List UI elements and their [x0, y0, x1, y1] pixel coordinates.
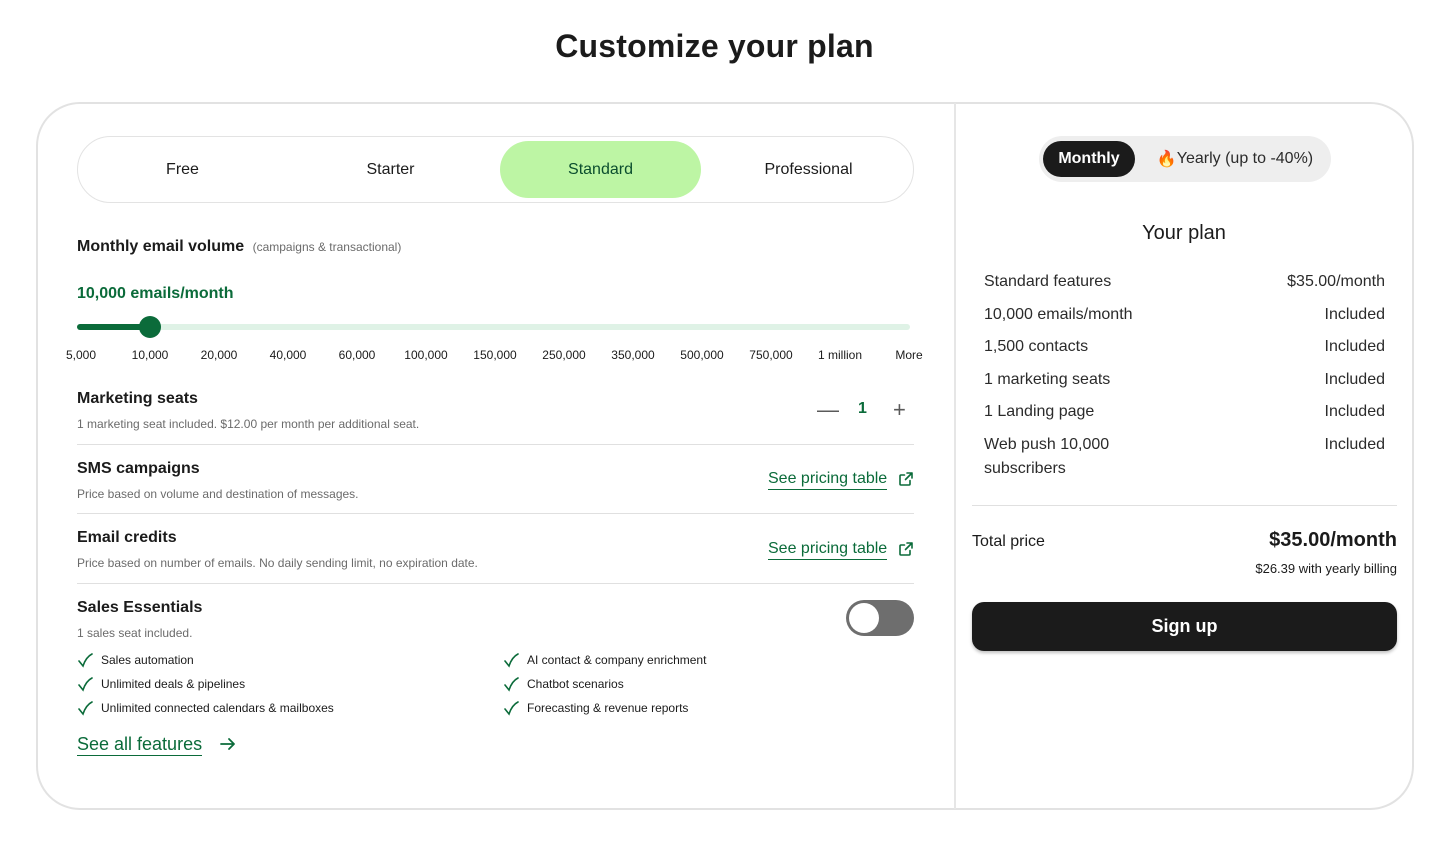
sms-pricing-link[interactable]: See pricing table	[768, 470, 888, 490]
section-divider	[77, 583, 914, 584]
volume-slider-thumb[interactable]	[139, 316, 161, 338]
slider-tick[interactable]: 150,000	[473, 348, 516, 362]
billing-yearly-label: Yearly (up to -40%)	[1176, 150, 1314, 167]
external-link-icon[interactable]	[898, 541, 914, 557]
plan-row-value: Included	[1324, 306, 1386, 323]
your-plan-title: Your plan	[1142, 222, 1226, 244]
feature-item: AI contact & company enrichment	[503, 652, 706, 668]
email-volume-value: 10,000 emails/month	[77, 285, 234, 302]
feature-label: Sales automation	[101, 653, 194, 667]
plan-tabs: Free Starter Standard Professional	[77, 136, 914, 203]
plan-row-value: Included	[1324, 436, 1386, 453]
feature-label: AI contact & company enrichment	[527, 653, 707, 667]
feature-label: Unlimited deals & pipelines	[101, 677, 246, 691]
feature-item: Chatbot scenarios	[503, 676, 624, 692]
billing-yearly-option[interactable]: 🔥 Yearly (up to -40%)	[1145, 141, 1325, 177]
volume-slider-track[interactable]	[77, 324, 910, 330]
plan-summary-row: 1 Landing page Included	[984, 400, 1385, 424]
feature-label: Unlimited connected calendars & mailboxe…	[101, 701, 334, 715]
plan-row-label: Web push 10,000 subscribers	[984, 436, 1110, 477]
plan-row-value: Included	[1324, 338, 1386, 355]
marketing-seats-title: Marketing seats	[77, 390, 198, 407]
plan-summary-row: Standard features $35.00/month	[984, 270, 1385, 294]
check-icon	[78, 653, 93, 668]
plan-summary-row: Web push 10,000 subscribers Included	[984, 433, 1385, 481]
tab-starter[interactable]: Starter	[290, 141, 491, 198]
panel-divider	[954, 103, 956, 809]
billing-period-toggle: Monthly 🔥 Yearly (up to -40%)	[1039, 136, 1331, 182]
feature-label: Forecasting & revenue reports	[527, 701, 689, 715]
tab-professional[interactable]: Professional	[708, 141, 909, 198]
arrow-right-icon[interactable]	[219, 735, 237, 753]
email-volume-label: Monthly email volume	[77, 238, 245, 255]
plan-summary-row: 1,500 contacts Included	[984, 335, 1385, 359]
check-icon	[504, 677, 519, 692]
seats-value: 1	[858, 400, 867, 417]
tab-free[interactable]: Free	[82, 141, 283, 198]
plan-row-label: 10,000 emails/month	[984, 306, 1133, 323]
email-volume-heading: Monthly email volume (campaigns & transa…	[77, 238, 401, 256]
external-link-icon[interactable]	[898, 471, 914, 487]
email-credits-title: Email credits	[77, 529, 177, 546]
slider-tick[interactable]: 250,000	[542, 348, 585, 362]
slider-tick[interactable]: 500,000	[680, 348, 723, 362]
page-title: Customize your plan	[555, 28, 874, 64]
check-icon	[78, 701, 93, 716]
total-yearly-note: $26.39 with yearly billing	[1255, 561, 1397, 576]
slider-tick[interactable]: 1 million	[818, 348, 862, 362]
sales-essentials-toggle[interactable]	[846, 600, 914, 636]
check-icon	[504, 653, 519, 668]
check-icon	[78, 677, 93, 692]
slider-tick[interactable]: 100,000	[404, 348, 447, 362]
toggle-knob	[849, 603, 879, 633]
plan-row-label: 1,500 contacts	[984, 338, 1089, 355]
plan-row-label: Standard features	[984, 273, 1112, 290]
slider-tick[interactable]: 350,000	[611, 348, 654, 362]
slider-tick[interactable]: 750,000	[749, 348, 792, 362]
sign-up-button[interactable]: Sign up	[972, 602, 1397, 651]
email-volume-hint: (campaigns & transactional)	[252, 240, 402, 254]
section-divider	[77, 513, 914, 514]
section-divider	[77, 444, 914, 445]
sms-subtitle: Price based on volume and destination of…	[77, 487, 359, 501]
slider-tick[interactable]: More	[895, 348, 922, 362]
billing-monthly-option[interactable]: Monthly	[1043, 141, 1135, 177]
plan-row-label: 1 Landing page	[984, 403, 1095, 420]
slider-tick[interactable]: 60,000	[339, 348, 376, 362]
feature-item: Unlimited connected calendars & mailboxe…	[77, 700, 334, 716]
sales-essentials-title: Sales Essentials	[77, 599, 203, 616]
feature-item: Sales automation	[77, 652, 194, 668]
tab-standard[interactable]: Standard	[500, 141, 701, 198]
plan-summary-row: 10,000 emails/month Included	[984, 303, 1385, 327]
sales-essentials-subtitle: 1 sales seat included.	[77, 626, 193, 640]
sms-title: SMS campaigns	[77, 460, 200, 477]
summary-divider	[972, 505, 1397, 506]
plan-row-label: 1 marketing seats	[984, 371, 1111, 388]
total-price-value: $35.00/month	[1269, 529, 1397, 551]
fire-icon: 🔥	[1156, 151, 1177, 168]
seats-decrement-button[interactable]: —	[817, 399, 839, 421]
marketing-seats-subtitle: 1 marketing seat included. $12.00 per mo…	[77, 417, 420, 431]
feature-item: Unlimited deals & pipelines	[77, 676, 245, 692]
email-credits-pricing-link[interactable]: See pricing table	[768, 540, 888, 560]
plan-row-value: $35.00/month	[1287, 273, 1385, 290]
slider-tick[interactable]: 40,000	[270, 348, 307, 362]
plan-row-value: Included	[1324, 403, 1386, 420]
plan-row-value: Included	[1324, 371, 1386, 388]
slider-tick[interactable]: 10,000	[132, 348, 169, 362]
see-all-features-link[interactable]: See all features	[77, 734, 203, 756]
slider-tick[interactable]: 5,000	[66, 348, 96, 362]
feature-label: Chatbot scenarios	[527, 677, 624, 691]
total-price-label: Total price	[972, 533, 1045, 550]
seats-increment-button[interactable]: +	[893, 399, 906, 421]
check-icon	[504, 701, 519, 716]
plan-summary-row: 1 marketing seats Included	[984, 368, 1385, 392]
email-credits-subtitle: Price based on number of emails. No dail…	[77, 556, 478, 570]
feature-item: Forecasting & revenue reports	[503, 700, 688, 716]
slider-tick[interactable]: 20,000	[201, 348, 238, 362]
